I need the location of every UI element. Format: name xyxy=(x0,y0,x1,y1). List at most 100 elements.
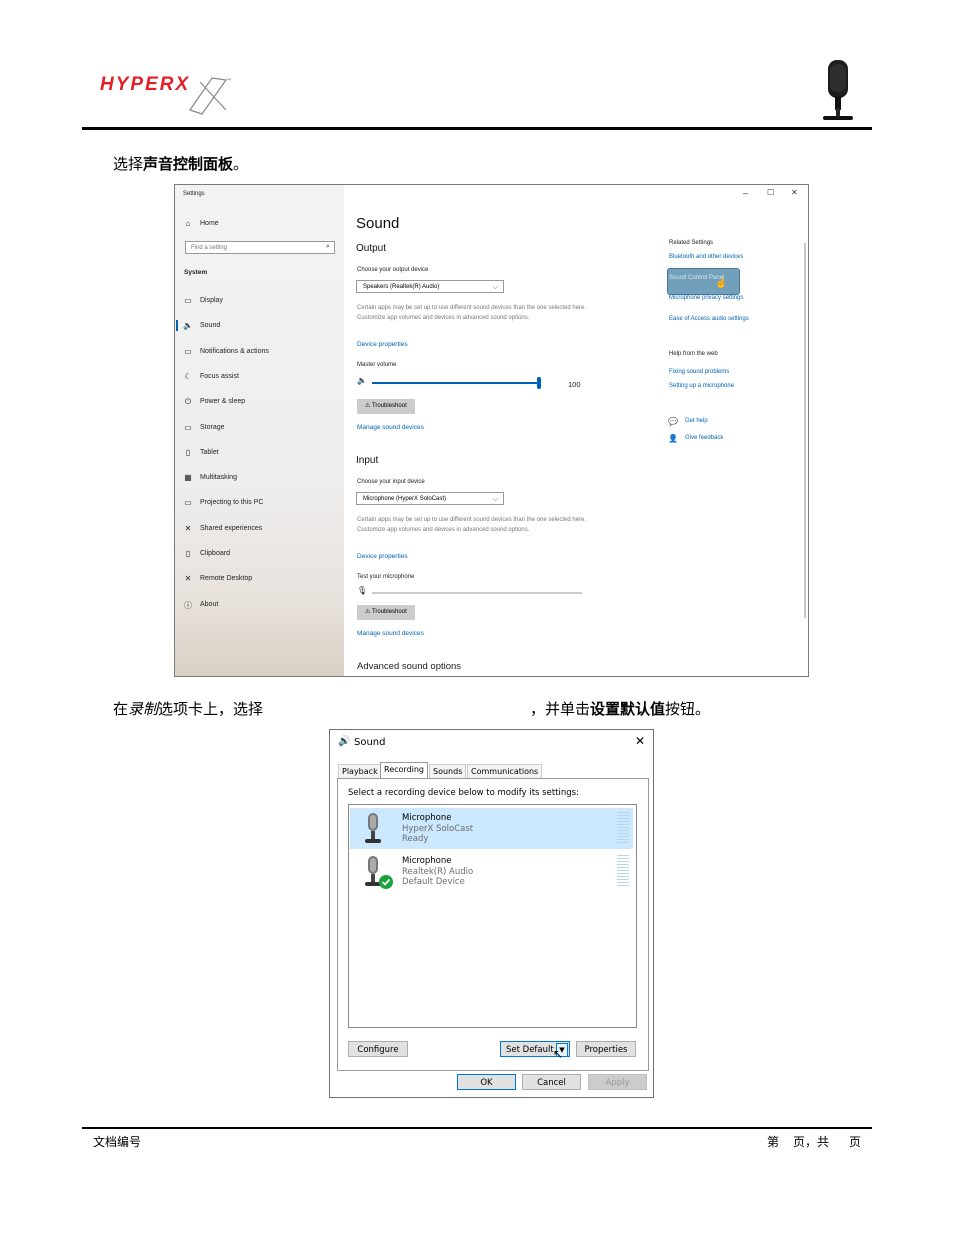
output-device-properties-link[interactable]: Device properties xyxy=(357,341,408,348)
header-rule xyxy=(82,127,872,130)
clipboard-icon: ▯ xyxy=(185,549,191,558)
set-default-label: Set Default xyxy=(506,1045,554,1055)
sidebar-item-projecting-to-this-pc[interactable]: Projecting to this PC xyxy=(200,499,263,506)
related-link-bluetooth[interactable]: Bluetooth and other devices xyxy=(669,254,743,260)
sidebar-item-multitasking[interactable]: Multitasking xyxy=(200,474,237,481)
get-help-link[interactable]: Get help xyxy=(685,418,708,424)
feedback-icon: 👤 xyxy=(668,434,678,443)
apply-button[interactable]: Apply xyxy=(588,1074,647,1090)
input-device-dropdown[interactable]: Microphone (HyperX SoloCast) ⌵ xyxy=(356,492,504,505)
output-troubleshoot-button[interactable]: ⚠ Troubleshoot xyxy=(357,399,415,414)
output-device-dropdown[interactable]: Speakers (Realtek(R) Audio) ⌵ xyxy=(356,280,504,293)
display-icon: ▭ xyxy=(184,296,192,305)
sidebar-item-notifications-actions[interactable]: Notifications & actions xyxy=(200,348,269,355)
step2-mid: 选项卡上，选择 xyxy=(158,700,264,718)
test-mic-label: Test your microphone xyxy=(357,574,415,580)
step2-prefix: 在 xyxy=(113,700,129,718)
input-device-value: Microphone (HyperX SoloCast) xyxy=(363,496,447,502)
scrollbar[interactable] xyxy=(804,243,806,618)
output-note: Certain apps may be set up to use differ… xyxy=(357,305,587,321)
shared-icon: ✕ xyxy=(184,524,192,533)
sidebar-item-shared-experiences[interactable]: Shared experiences xyxy=(200,525,262,532)
properties-button[interactable]: Properties xyxy=(576,1041,636,1057)
configure-button[interactable]: Configure xyxy=(348,1041,408,1057)
help-link-setup-mic[interactable]: Setting up a microphone xyxy=(669,383,734,389)
instruction-step2-part1: 在录制选项卡上，选择 xyxy=(113,698,263,719)
tab-playback[interactable]: Playback xyxy=(338,764,382,779)
sidebar-item-sound[interactable]: Sound xyxy=(200,322,220,329)
input-choose-label: Choose your input device xyxy=(357,479,425,485)
multitasking-icon: ▦ xyxy=(184,473,192,482)
page-title: Sound xyxy=(356,215,400,232)
volume-slider-track[interactable] xyxy=(372,382,540,384)
speaker-icon: 🔊 xyxy=(338,736,351,747)
sidebar-item-display[interactable]: Display xyxy=(200,297,223,304)
instruction-step1: 选择声音控制面板。 xyxy=(113,153,248,174)
ok-button[interactable]: OK xyxy=(457,1074,516,1090)
tab-sounds[interactable]: Sounds xyxy=(429,764,467,779)
input-troubleshoot-button[interactable]: ⚠ Troubleshoot xyxy=(357,605,415,620)
device-status: Ready xyxy=(402,834,429,844)
warning-icon: ⚠ xyxy=(365,609,372,615)
input-manage-devices-link[interactable]: Manage sound devices xyxy=(357,630,424,637)
sidebar-active-indicator xyxy=(176,320,178,331)
moon-icon: ☾ xyxy=(184,372,192,381)
mouse-pointer-icon: ↖ xyxy=(553,1047,564,1061)
instruction-step2-part2: ，并单击设置默认值按钮。 xyxy=(530,698,710,719)
device-name: Microphone xyxy=(402,813,452,823)
storage-icon: ▭ xyxy=(184,423,192,432)
step2-italic: 录制 xyxy=(128,700,159,718)
dialog-title: Sound xyxy=(354,737,386,748)
sound-dialog: 🔊 Sound ✕ Playback Recording Sounds Comm… xyxy=(329,729,654,1098)
sidebar-item-clipboard[interactable]: Clipboard xyxy=(200,550,230,557)
step2-suffix: 按钮。 xyxy=(665,700,711,718)
cancel-button[interactable]: Cancel xyxy=(522,1074,581,1090)
recording-panel: Select a recording device below to modif… xyxy=(337,778,649,1071)
footer-rule xyxy=(82,1127,872,1129)
input-heading: Input xyxy=(356,455,379,466)
advanced-sound-options[interactable]: Advanced sound options xyxy=(357,661,461,672)
related-link-ease-of-access[interactable]: Ease of Access audio settings xyxy=(669,316,749,322)
sidebar-item-tablet[interactable]: Tablet xyxy=(200,449,219,456)
sidebar-item-storage[interactable]: Storage xyxy=(200,424,225,431)
input-device-properties-link[interactable]: Device properties xyxy=(357,553,408,560)
device-name: Microphone xyxy=(402,856,452,866)
step1-bold: 声音控制面板 xyxy=(143,155,234,173)
list-item-realtek-audio[interactable]: Microphone Realtek(R) Audio Default Devi… xyxy=(350,851,633,892)
sidebar-item-power-sleep[interactable]: Power & sleep xyxy=(200,398,245,405)
related-link-mic-privacy[interactable]: Microphone privacy settings xyxy=(669,295,743,301)
close-icon[interactable]: ✕ xyxy=(791,188,798,197)
home-icon: ⌂ xyxy=(185,219,191,228)
help-link-fixing-sound[interactable]: Fixing sound problems xyxy=(669,369,729,375)
maximize-icon[interactable]: ☐ xyxy=(767,188,774,197)
warning-icon: ⚠ xyxy=(365,403,372,409)
footer-page-info: 第页，共 页 xyxy=(767,1133,861,1150)
info-icon: ⓘ xyxy=(184,601,192,610)
list-item-hyperx-solocast[interactable]: Microphone HyperX SoloCast Ready xyxy=(350,808,633,849)
search-icon: ⌕ xyxy=(326,243,330,250)
input-troubleshoot-label: Troubleshoot xyxy=(371,609,407,615)
notification-icon: ▭ xyxy=(184,347,192,356)
logo-swoosh-icon xyxy=(189,77,228,115)
sidebar-item-focus-assist[interactable]: Focus assist xyxy=(200,373,239,380)
master-volume-label: Master volume xyxy=(357,362,397,368)
minimize-icon[interactable]: – xyxy=(743,188,748,198)
settings-search-input[interactable]: Find a setting xyxy=(185,241,335,254)
close-icon[interactable]: ✕ xyxy=(635,734,645,748)
sidebar-item-about[interactable]: About xyxy=(200,601,218,608)
sidebar-home[interactable]: Home xyxy=(200,220,219,227)
output-manage-devices-link[interactable]: Manage sound devices xyxy=(357,424,424,431)
volume-slider-thumb[interactable] xyxy=(537,377,541,389)
microphone-device-icon xyxy=(365,813,381,843)
logo-text: HYPERX xyxy=(100,74,191,95)
output-heading: Output xyxy=(356,243,387,254)
power-icon: ⏻ xyxy=(184,397,192,406)
projector-icon: ▭ xyxy=(184,498,192,507)
chevron-down-icon: ⌵ xyxy=(492,284,498,291)
tab-communications[interactable]: Communications xyxy=(467,764,543,779)
mic-level-bar xyxy=(372,592,582,594)
give-feedback-link[interactable]: Give feedback xyxy=(685,435,723,441)
microphone-device-icon xyxy=(365,856,393,889)
sidebar-item-remote-desktop[interactable]: Remote Desktop xyxy=(200,575,252,582)
chevron-down-icon: ⌵ xyxy=(492,496,498,503)
